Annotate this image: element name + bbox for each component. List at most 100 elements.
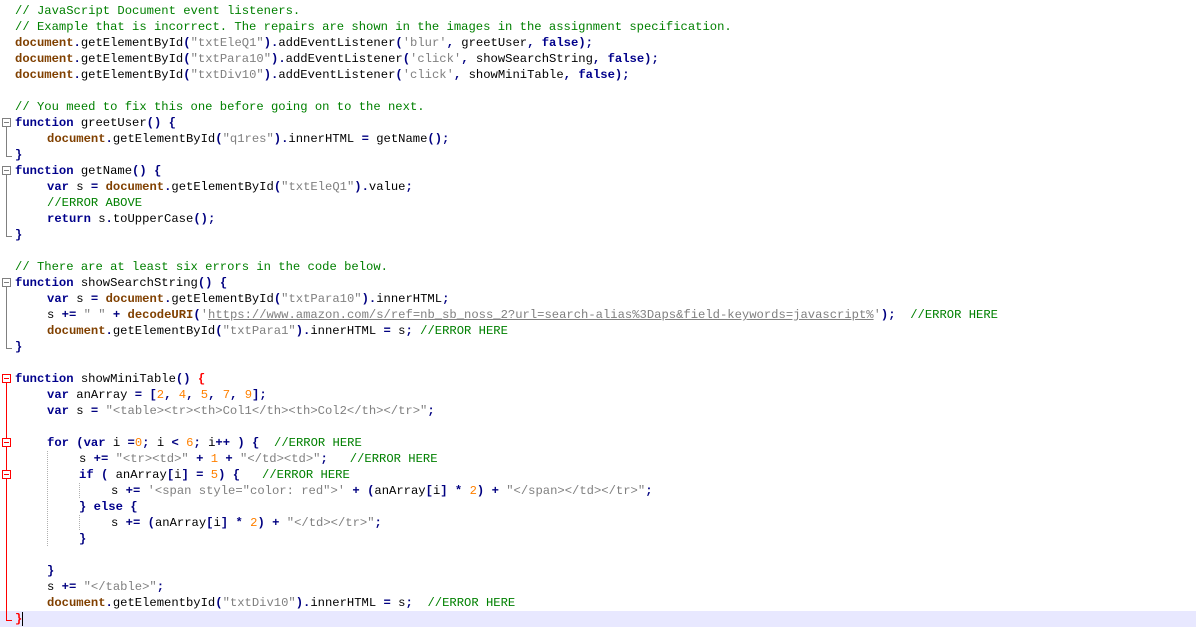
code-token: } [15,148,23,162]
code-line[interactable]: function getName() { [0,163,1196,179]
code-token: ; [405,596,413,610]
code-token: //ERROR ABOVE [47,196,143,210]
code-token: ( [215,132,223,146]
fold-marker [0,99,14,115]
code-line[interactable]: } [0,611,1196,627]
collapse-icon[interactable] [2,118,11,127]
code-line[interactable] [0,419,1196,435]
code-line[interactable]: function showSearchString() { [0,275,1196,291]
code-token: ( [395,68,403,82]
code-token: ) [257,516,265,530]
fold-marker[interactable] [0,163,14,179]
code-line[interactable]: } [0,339,1196,355]
fold-marker [0,355,14,371]
code-token: ) [237,436,245,450]
code-line[interactable]: s += " " + decodeURI('https://www.amazon… [0,307,1196,323]
code-token: getElementById [80,36,184,50]
fold-marker[interactable] [0,435,14,451]
code-line[interactable]: } [0,531,1196,547]
code-token: toUpperCase [112,212,194,226]
code-token: . [73,68,81,82]
code-line[interactable]: document.getElementById("txtPara1").inne… [0,323,1196,339]
code-line[interactable]: var anArray = [2, 4, 5, 7, 9]; [0,387,1196,403]
code-editor[interactable]: // JavaScript Document event listeners. /… [0,0,1196,633]
code-line[interactable]: if ( anArray[i] = 5) { //ERROR HERE [0,467,1196,483]
code-line[interactable]: var s = document.getElementById("txtEleQ… [0,179,1196,195]
code-line[interactable]: for (var i =0; i < 6; i++ ) { //ERROR HE… [0,435,1196,451]
code-line[interactable]: s += "</table>"; [0,579,1196,595]
code-line[interactable]: //ERROR ABOVE [0,195,1196,211]
indent-guide [47,467,48,483]
fold-marker[interactable] [0,275,14,291]
code-line[interactable] [0,547,1196,563]
fold-marker[interactable] [0,115,14,131]
collapse-icon[interactable] [2,278,11,287]
code-line[interactable] [0,83,1196,99]
fold-marker [0,531,14,547]
code-token: = [361,132,369,146]
code-text: document.getElementById("txtEleQ1").addE… [15,35,593,51]
collapse-icon[interactable] [2,438,11,447]
code-token: } [79,532,87,546]
code-line[interactable]: // Example that is incorrect. The repair… [0,19,1196,35]
code-line[interactable]: document.getElementbyId("txtDiv10").inne… [0,595,1196,611]
code-text: } [79,531,86,547]
code-line[interactable] [0,355,1196,371]
code-line[interactable]: // You meed to fix this one before going… [0,99,1196,115]
code-line[interactable]: return s.toUpperCase(); [0,211,1196,227]
code-line[interactable]: document.getElementById("txtDiv10").addE… [0,67,1196,83]
code-line[interactable]: // There are at least six errors in the … [0,259,1196,275]
code-line[interactable]: } [0,147,1196,163]
code-token: "<tr><td>" [115,452,189,466]
code-text: s += "</table>"; [47,579,164,595]
code-line[interactable]: s += "<tr><td>" + 1 + "</td><td>"; //ERR… [0,451,1196,467]
code-line[interactable]: function showMiniTable() { [0,371,1196,387]
fold-marker[interactable] [0,371,14,387]
code-token: ( [76,436,84,450]
code-token: ). [273,132,289,146]
code-token: ); [578,36,593,50]
code-line[interactable]: } [0,563,1196,579]
collapse-icon[interactable] [2,166,11,175]
code-line[interactable]: } else { [0,499,1196,515]
code-line[interactable]: // JavaScript Document event listeners. [0,3,1196,19]
fold-marker [0,323,14,339]
code-token: innerHTML [310,596,384,610]
code-line[interactable]: document.getElementById("txtPara10").add… [0,51,1196,67]
code-line[interactable]: function greetUser() { [0,115,1196,131]
code-token: . [73,36,81,50]
indent-guide [79,515,80,531]
code-token: . [105,212,113,226]
code-line[interactable]: s += (anArray[i] * 2) + "</td></tr>"; [0,515,1196,531]
code-token: // There are at least six errors in the … [15,260,388,274]
code-line[interactable]: document.getElementById("q1res").innerHT… [0,131,1196,147]
code-line[interactable]: var s = "<table><tr><th>Col1</th><th>Col… [0,403,1196,419]
code-token: "txtEleQ1" [281,180,355,194]
code-token: += [125,516,141,530]
code-token: var [47,180,69,194]
fold-marker[interactable] [0,467,14,483]
code-token: ( [215,596,223,610]
code-token: if [79,468,94,482]
code-text: } [15,147,22,163]
code-token: innerHTML [376,292,443,306]
code-text: //ERROR ABOVE [47,195,142,211]
collapse-icon[interactable] [2,374,11,383]
code-line[interactable] [0,243,1196,259]
code-line[interactable]: } [0,227,1196,243]
collapse-icon[interactable] [2,470,11,479]
code-text: } else { [79,499,138,515]
code-token: function [15,164,74,178]
code-line[interactable]: var s = document.getElementById("txtPara… [0,291,1196,307]
code-text: var s = "<table><tr><th>Col1</th><th>Col… [47,403,435,419]
code-line[interactable]: document.getElementById("txtEleQ1").addE… [0,35,1196,51]
code-token: getElementById [80,52,184,66]
code-token: ++ [215,436,231,450]
code-token: . [73,52,81,66]
code-line[interactable]: s += '<span style="color: red">' + (anAr… [0,483,1196,499]
